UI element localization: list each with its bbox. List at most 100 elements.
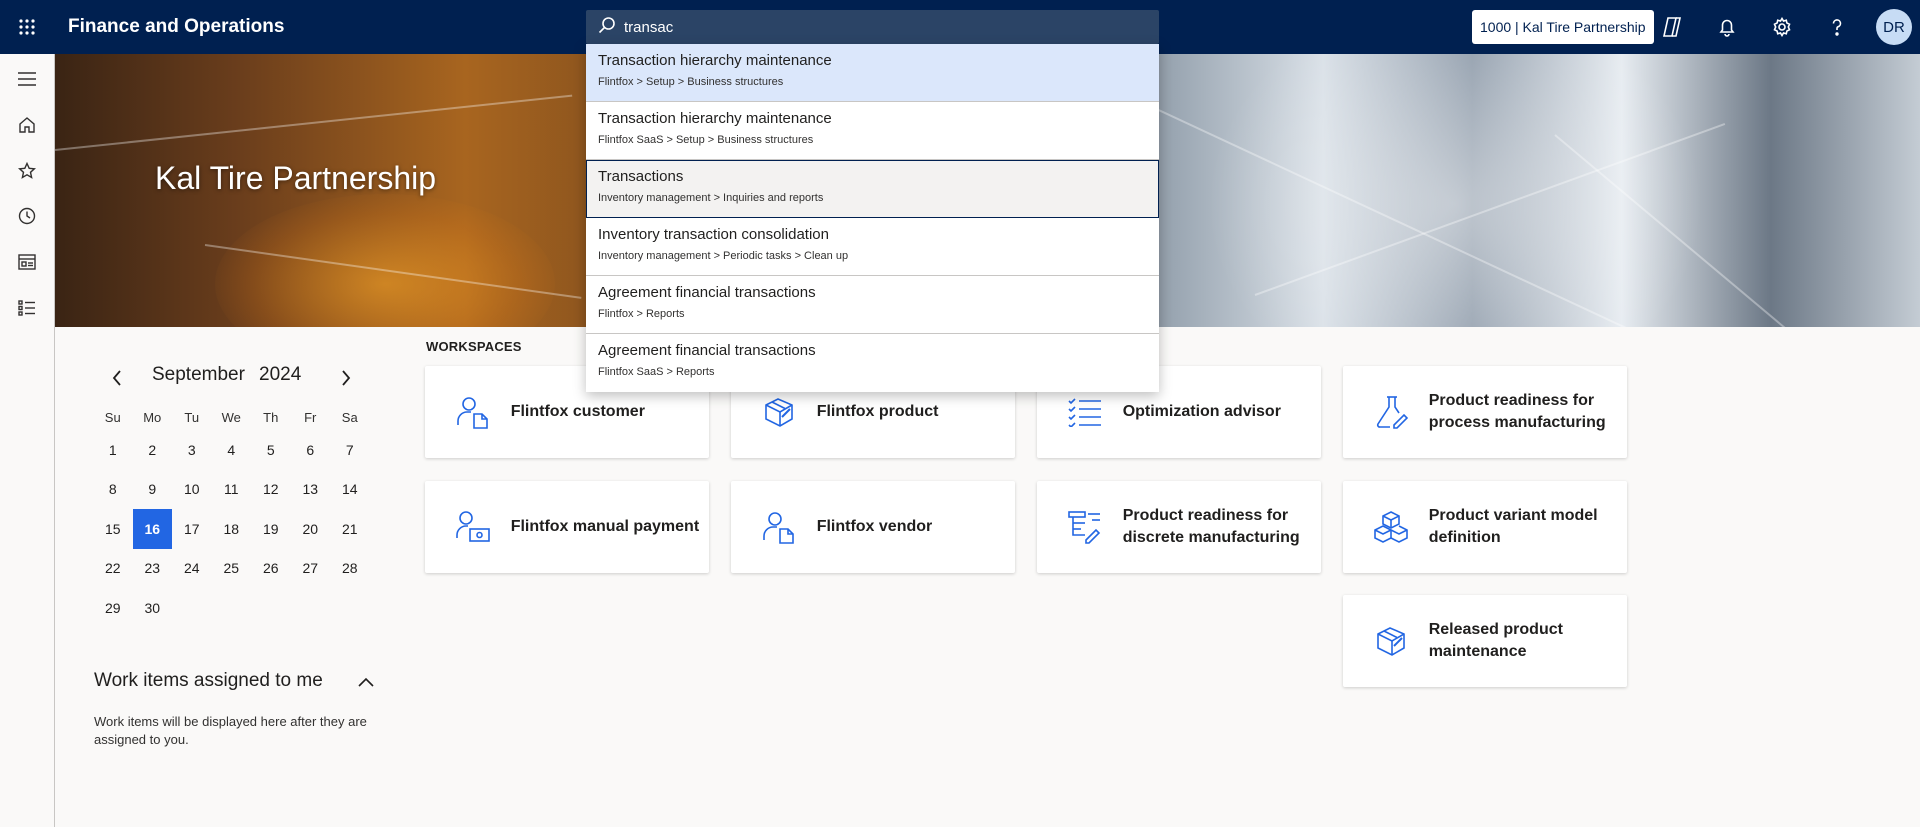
calendar-day[interactable]: 4	[212, 430, 252, 470]
tile-label: Flintfox manual payment	[510, 518, 700, 535]
calendar-day[interactable]: 6	[291, 430, 331, 470]
search-result-path: Inventory management > Inquiries and rep…	[598, 192, 824, 204]
search-result-title: Transaction hierarchy maintenance	[598, 110, 832, 127]
tile-product-readiness-discrete[interactable]: Product readiness for discrete manufactu…	[1037, 481, 1321, 573]
calendar-day[interactable]: 22	[93, 549, 133, 589]
discrete-icon	[1067, 509, 1103, 545]
search-result-item[interactable]: Transaction hierarchy maintenance Flintf…	[586, 44, 1159, 102]
calendar-day[interactable]: 2	[133, 430, 173, 470]
calendar-day[interactable]: 11	[212, 470, 252, 510]
calendar-day[interactable]: 28	[330, 549, 370, 589]
weekday-label: We	[221, 409, 241, 425]
search-result-item[interactable]: Agreement financial transactions Flintfo…	[586, 334, 1159, 392]
search-result-path: Flintfox > Reports	[598, 308, 685, 320]
calendar-grid: Su Mo Tu We Th Fr Sa 1 2 3 4 5 6 7 8 9 1…	[93, 404, 370, 628]
workspaces-icon[interactable]	[13, 248, 41, 276]
calendar-month[interactable]: September	[152, 364, 245, 386]
tile-label: Product variant model definition	[1428, 507, 1598, 546]
favorites-star-icon[interactable]	[13, 157, 41, 185]
calendar-day[interactable]: 7	[330, 430, 370, 470]
calendar-next-month-button[interactable]	[332, 364, 360, 392]
calendar-day[interactable]: 9	[133, 470, 173, 510]
calendar-day[interactable]: 30	[133, 588, 173, 628]
search-result-title: Agreement financial transactions	[598, 342, 816, 359]
settings-gear-icon[interactable]	[1768, 13, 1796, 41]
search-result-path: Inventory management > Periodic tasks > …	[598, 250, 849, 262]
search-result-title: Transactions	[598, 168, 684, 185]
app-title[interactable]: Finance and Operations	[68, 16, 284, 38]
calendar-day[interactable]: 27	[291, 549, 331, 589]
tile-released-product-maintenance[interactable]: Released product maintenance	[1343, 595, 1627, 687]
calendar-day[interactable]: 14	[330, 470, 370, 510]
company-title: Kal Tire Partnership	[155, 160, 437, 196]
search-result-path: Flintfox > Setup > Business structures	[598, 76, 784, 88]
weekday-label: Sa	[341, 409, 358, 425]
search-result-item[interactable]: Agreement financial transactions Flintfo…	[586, 276, 1159, 334]
user-avatar[interactable]: DR	[1876, 9, 1912, 45]
calendar-day[interactable]: 3	[172, 430, 212, 470]
search-input[interactable]	[624, 18, 1144, 36]
calendar-day[interactable]: 15	[93, 509, 133, 549]
calendar-day[interactable]: 12	[251, 470, 291, 510]
app-launcher-icon[interactable]	[0, 0, 54, 54]
collapse-chevron-up-icon[interactable]	[352, 668, 380, 696]
calendar-day[interactable]: 5	[251, 430, 291, 470]
calendar-day-selected[interactable]: 16	[132, 509, 172, 549]
tile-flintfox-vendor[interactable]: Flintfox vendor	[731, 481, 1015, 573]
payment-icon	[455, 509, 491, 545]
weekday-label: Fr	[304, 409, 317, 425]
tile-label: Optimization advisor	[1122, 403, 1281, 420]
calendar-day[interactable]: 24	[172, 549, 212, 589]
tile-label: Flintfox product	[816, 403, 939, 420]
customer-icon	[455, 394, 491, 430]
search-box[interactable]	[586, 10, 1159, 44]
vendor-icon	[761, 509, 797, 545]
calendar-day[interactable]: 13	[291, 470, 331, 510]
product-box-icon	[761, 394, 797, 430]
variant-cubes-icon	[1373, 509, 1409, 545]
calendar-year[interactable]: 2024	[259, 364, 301, 386]
search-result-item[interactable]: Inventory transaction consolidation Inve…	[586, 218, 1159, 276]
tile-label: Product readiness for discrete manufactu…	[1122, 507, 1300, 546]
home-icon[interactable]	[13, 111, 41, 139]
tile-product-variant-model[interactable]: Product variant model definition	[1343, 481, 1627, 573]
tile-label: Product readiness for process manufactur…	[1428, 392, 1606, 431]
tile-label: Flintfox customer	[510, 403, 645, 420]
calendar-day[interactable]: 1	[93, 430, 133, 470]
search-results-dropdown: Transaction hierarchy maintenance Flintf…	[586, 44, 1159, 392]
search-result-title: Transaction hierarchy maintenance	[598, 52, 832, 69]
copilot-icon[interactable]	[1658, 13, 1686, 41]
modules-list-icon[interactable]	[13, 294, 41, 322]
tile-label: Released product maintenance	[1428, 621, 1563, 660]
calendar-day[interactable]: 20	[291, 509, 331, 549]
calendar-day[interactable]: 8	[93, 470, 133, 510]
work-items-title: Work items assigned to me	[94, 670, 323, 691]
calendar-day[interactable]: 23	[133, 549, 173, 589]
navigation-rail	[0, 54, 55, 827]
tile-flintfox-manual-payment[interactable]: Flintfox manual payment	[425, 481, 709, 573]
search-result-path: Flintfox SaaS > Reports	[598, 366, 715, 378]
checklist-icon	[1067, 394, 1103, 430]
search-result-item[interactable]: Transaction hierarchy maintenance Flintf…	[586, 102, 1159, 160]
calendar-day[interactable]: 18	[212, 509, 252, 549]
calendar-previous-month-button[interactable]	[103, 364, 131, 392]
calendar-day[interactable]: 26	[251, 549, 291, 589]
hamburger-menu-icon[interactable]	[13, 65, 41, 93]
search-result-title: Inventory transaction consolidation	[598, 226, 829, 243]
tile-product-readiness-process[interactable]: Product readiness for process manufactur…	[1343, 366, 1627, 458]
calendar-day[interactable]: 17	[172, 509, 212, 549]
recent-clock-icon[interactable]	[13, 202, 41, 230]
help-question-icon[interactable]	[1823, 13, 1851, 41]
calendar-day[interactable]: 29	[93, 588, 133, 628]
calendar-day[interactable]: 10	[172, 470, 212, 510]
company-picker-button[interactable]: 1000 | Kal Tire Partnership	[1472, 10, 1654, 44]
workspaces-heading: WORKSPACES	[426, 339, 522, 354]
search-result-item-focused[interactable]: Transactions Inventory management > Inqu…	[586, 160, 1159, 218]
calendar-day[interactable]: 21	[330, 509, 370, 549]
weekday-label: Su	[104, 409, 121, 425]
calendar-day[interactable]: 19	[251, 509, 291, 549]
search-result-path: Flintfox SaaS > Setup > Business structu…	[598, 134, 814, 146]
calendar-day[interactable]: 25	[212, 549, 252, 589]
flask-icon	[1373, 394, 1409, 430]
notifications-bell-icon[interactable]	[1713, 13, 1741, 41]
